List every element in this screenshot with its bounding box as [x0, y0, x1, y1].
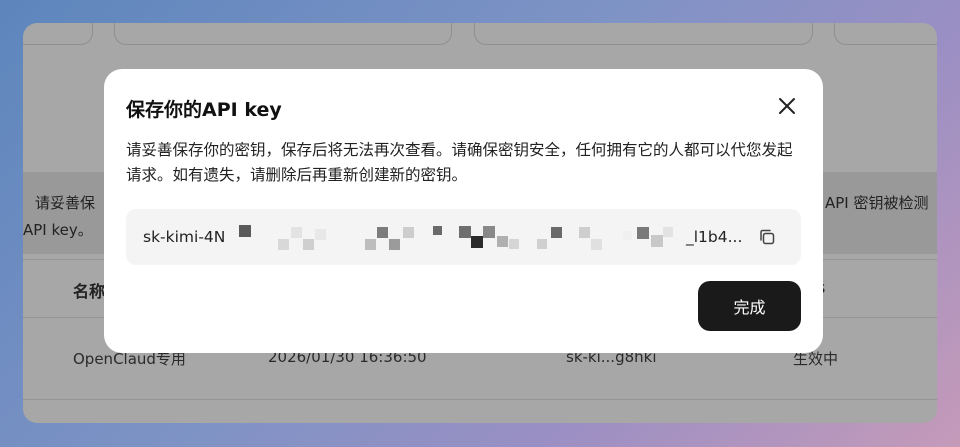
api-key-prefix: sk-kimi-4N — [143, 228, 226, 246]
divider — [23, 399, 937, 400]
background-input — [114, 23, 452, 45]
dialog-title: 保存你的API key — [126, 99, 282, 121]
dialog-description: 请妥善保存你的密钥，保存后将无法再次查看。请确保密钥安全，任何拥有它的人都可以代… — [126, 141, 793, 184]
notice-text-line1: 请妥善保 — [35, 194, 96, 212]
background-input — [474, 23, 813, 45]
notice-text-line2: API key。 — [23, 221, 93, 239]
copy-icon[interactable] — [758, 228, 776, 246]
save-api-key-dialog: 保存你的API key 请妥善保存你的密钥，保存后将无法再次查看。请确保密钥安全… — [104, 69, 823, 353]
done-button[interactable]: 完成 — [698, 281, 801, 331]
api-key-field[interactable]: sk-kimi-4N _l1b4... — [126, 209, 801, 265]
background-input — [834, 23, 937, 45]
api-key-redaction — [239, 225, 673, 250]
table-header-name: 名称 — [73, 282, 106, 301]
api-key-suffix: _l1b4... — [686, 228, 743, 246]
background-input — [23, 23, 93, 45]
notice-text-right: API 密钥被检测 — [825, 194, 929, 212]
close-icon[interactable] — [775, 94, 799, 118]
